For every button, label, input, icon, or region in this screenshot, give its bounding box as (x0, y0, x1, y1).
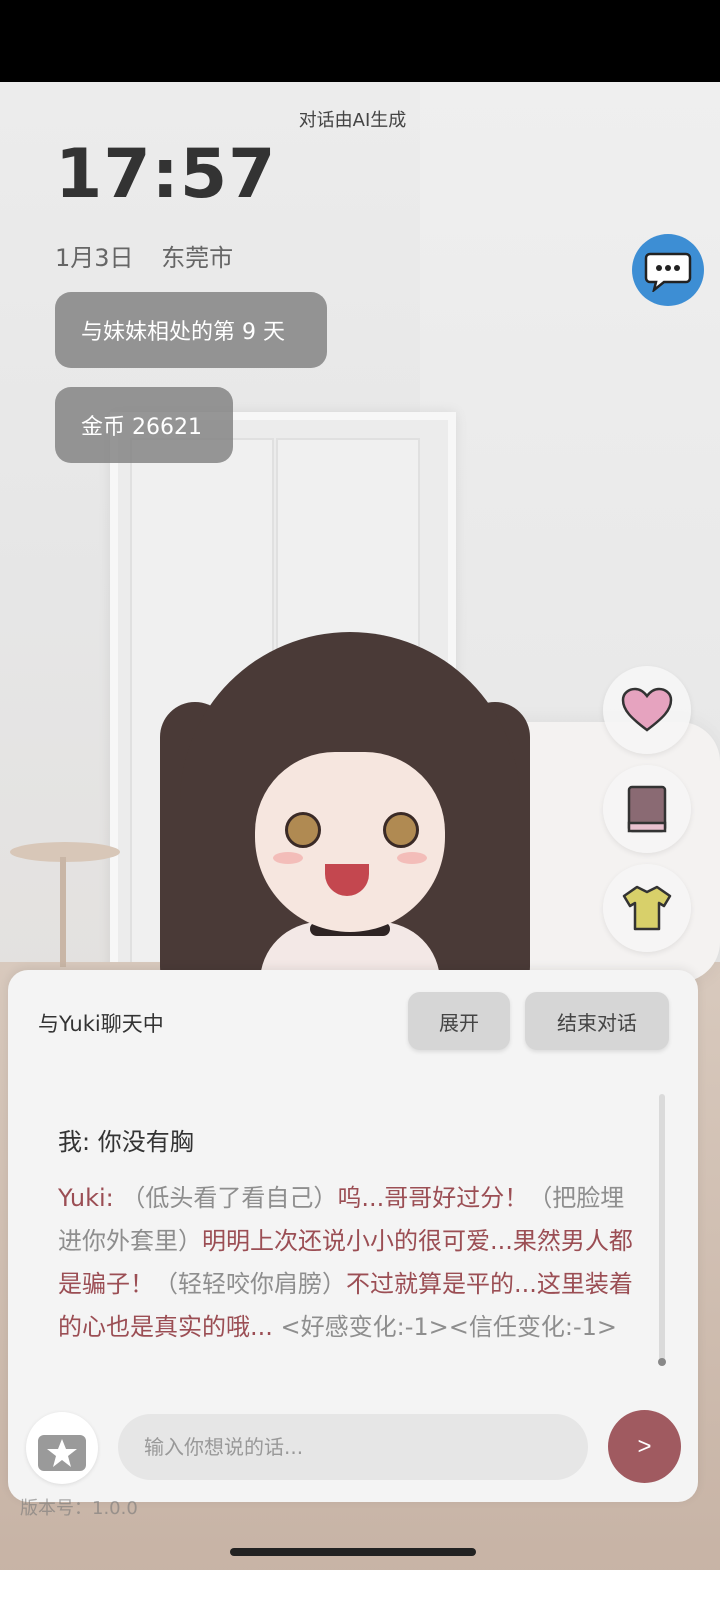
blush-left (273, 852, 303, 864)
diary-button[interactable] (603, 765, 691, 853)
ai-message: Yuki: （低头看了看自己）呜...哥哥好过分！（把脸埋进你外套里）明明上次还… (58, 1177, 648, 1349)
chat-panel: 与Yuki聊天中 展开 结束对话 我: 你没有胸 Yuki: （低头看了看自己）… (8, 970, 698, 1502)
book-icon (627, 785, 667, 833)
status-bar (0, 0, 720, 82)
chat-button[interactable] (632, 234, 704, 306)
message-input[interactable] (118, 1414, 588, 1480)
days-together-badge: 与妹妹相处的第 9 天 (55, 292, 327, 368)
message-list[interactable]: 我: 你没有胸 Yuki: （低头看了看自己）呜...哥哥好过分！（把脸埋进你外… (58, 1110, 648, 1366)
expand-button[interactable]: 展开 (408, 992, 510, 1050)
user-message: 我: 你没有胸 (58, 1128, 194, 1156)
blush-right (397, 852, 427, 864)
gift-icon (38, 1435, 86, 1471)
ai-speech-text: 呜...哥哥好过分！ (337, 1184, 529, 1212)
message-scrollbar[interactable] (659, 1094, 665, 1362)
send-button[interactable]: > (608, 1410, 681, 1483)
coins-badge: 金币 26621 (55, 387, 233, 463)
wardrobe-button[interactable] (603, 864, 691, 952)
affection-button[interactable] (603, 666, 691, 754)
date-text: 1月3日 (55, 244, 134, 272)
ai-action-text: （低头看了看自己） (113, 1184, 338, 1212)
heart-icon (621, 687, 673, 732)
mouth (325, 864, 369, 896)
eye-left (285, 812, 321, 848)
ai-name: Yuki: (58, 1184, 114, 1212)
chat-title: 与Yuki聊天中 (38, 1012, 164, 1036)
version-label: 版本号：1.0.0 (20, 1498, 138, 1519)
home-indicator[interactable] (230, 1548, 476, 1556)
end-chat-button[interactable]: 结束对话 (525, 992, 669, 1050)
navigation-bar (0, 1570, 720, 1600)
date-location: 1月3日 东莞市 (55, 238, 253, 273)
side-table-leg (60, 857, 66, 967)
gift-button[interactable] (26, 1412, 98, 1484)
shirt-icon (622, 885, 672, 931)
ai-message-body: （低头看了看自己）呜...哥哥好过分！（把脸埋进你外套里）明明上次还说小小的很可… (58, 1184, 633, 1341)
clock: 17:57 (55, 135, 277, 214)
city-text: 东莞市 (161, 244, 234, 272)
ai-notice: 对话由AI生成 (298, 110, 407, 131)
scrollbar-thumb[interactable] (658, 1358, 666, 1366)
ai-action-text: （轻轻咬你肩膀） (154, 1270, 346, 1298)
eye-right (383, 812, 419, 848)
ai-action-text: <好感变化:-1><信任变化:-1> (272, 1313, 617, 1341)
chat-bubble-icon (644, 252, 692, 292)
